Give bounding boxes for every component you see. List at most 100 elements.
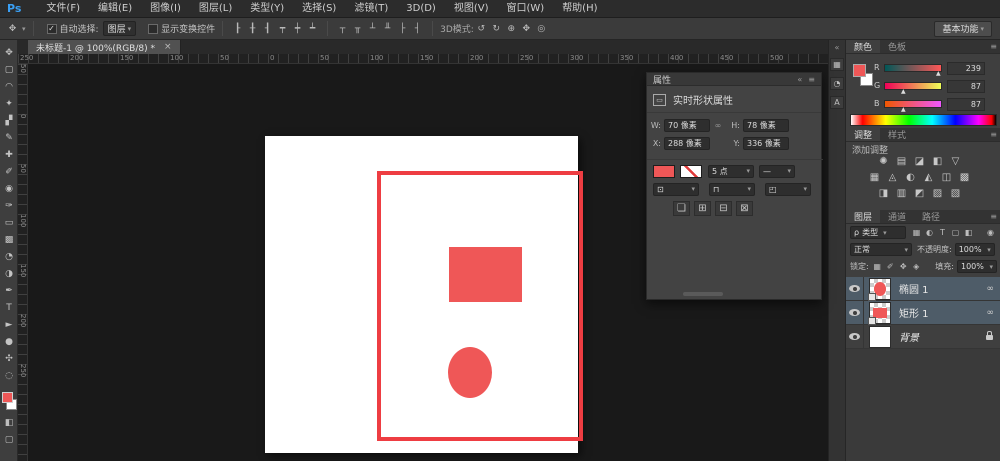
tool-button[interactable]: ◌ <box>0 367 18 384</box>
layer-filter-icon[interactable]: T <box>936 228 949 237</box>
tool-button[interactable]: T <box>0 299 18 316</box>
foreground-color-swatch-panel[interactable] <box>853 64 866 77</box>
distribute-icon[interactable]: ┴ <box>365 24 380 34</box>
blue-channel-slider[interactable] <box>884 100 942 108</box>
stroke-cap-dropdown[interactable]: ⊓ ▾ <box>709 183 755 196</box>
y-field[interactable]: 336 像素 <box>743 137 789 150</box>
menu-item[interactable]: 选择(S) <box>293 0 345 18</box>
expand-panels-icon[interactable]: « <box>835 43 840 52</box>
slider-thumb-icon[interactable]: ▲ <box>901 88 906 95</box>
auto-select-target-dropdown[interactable]: 图层 ▾ <box>103 21 137 36</box>
red-ellipse-shape[interactable] <box>448 347 492 398</box>
red-rectangle-shape[interactable] <box>449 247 522 302</box>
layer-thumbnail[interactable] <box>869 326 891 348</box>
collapsed-panel-icon[interactable]: A <box>830 96 844 109</box>
fill-color-swatch[interactable] <box>653 165 675 178</box>
stroke-color-swatch[interactable] <box>680 165 702 178</box>
eye-icon[interactable] <box>849 333 860 340</box>
menu-item[interactable]: 文件(F) <box>37 0 89 18</box>
layer-row-rectangle[interactable]: 矩形 1 ∞ <box>846 301 1000 325</box>
align-icon[interactable]: ┷ <box>305 24 320 34</box>
lock-icon[interactable]: ✐ <box>884 262 897 271</box>
menu-item[interactable]: 帮助(H) <box>553 0 606 18</box>
tool-button[interactable]: ◔ <box>0 248 18 265</box>
align-icon[interactable]: ┨ <box>260 24 275 34</box>
layer-name[interactable]: 背景 <box>899 329 919 344</box>
adjustment-icon[interactable]: ◪ <box>912 155 927 168</box>
visibility-cell[interactable] <box>846 301 864 325</box>
slider-thumb-icon[interactable]: ▲ <box>901 106 906 113</box>
properties-title-bar[interactable]: 属性 « ≡ <box>647 73 821 86</box>
distribute-icon[interactable]: ╥ <box>350 24 365 34</box>
red-channel-slider[interactable] <box>884 64 942 72</box>
screen-mode-icon[interactable]: ▢ <box>5 435 14 445</box>
tab-styles[interactable]: 样式 <box>880 128 914 141</box>
tool-button[interactable]: ✣ <box>0 350 18 367</box>
tool-button[interactable]: ▭ <box>0 214 18 231</box>
tool-preset-caret-icon[interactable]: ▾ <box>22 25 26 33</box>
tool-button[interactable]: ► <box>0 316 18 333</box>
tool-button[interactable]: ✎ <box>0 129 18 146</box>
menu-item[interactable]: 滤镜(T) <box>345 0 397 18</box>
pathfinder-button[interactable]: ❏ <box>673 201 690 216</box>
visibility-cell[interactable] <box>846 325 864 349</box>
align-icon[interactable]: ╂ <box>245 24 260 34</box>
adjustment-icon[interactable]: ◧ <box>930 155 945 168</box>
menu-item[interactable]: 窗口(W) <box>497 0 553 18</box>
collapsed-panel-icon[interactable]: ◔ <box>830 77 844 90</box>
3d-mode-icon[interactable]: ↻ <box>489 24 504 34</box>
align-icon[interactable]: ┿ <box>290 24 305 34</box>
tab-paths[interactable]: 路径 <box>914 210 948 223</box>
quick-mask-icon[interactable]: ◧ <box>5 418 14 428</box>
tool-button[interactable]: ✥ <box>0 44 18 61</box>
document-tab[interactable]: 未标题-1 @ 100%(RGB/8) * × <box>28 40 181 54</box>
layer-filter-icon[interactable]: ▦ <box>910 228 923 237</box>
tab-swatches[interactable]: 色板 <box>880 40 914 53</box>
blend-mode-dropdown[interactable]: 正常 ▾ <box>850 243 912 256</box>
height-field[interactable]: 78 像素 <box>743 119 789 132</box>
link-icon[interactable]: ∞ <box>987 284 995 294</box>
distribute-icon[interactable]: ├ <box>395 24 410 34</box>
move-tool-icon[interactable]: ✥ <box>5 24 20 34</box>
color-spectrum-bar[interactable] <box>850 114 997 126</box>
eye-icon[interactable] <box>849 309 860 316</box>
lock-icon[interactable]: ◈ <box>910 262 923 271</box>
pathfinder-button[interactable]: ⊟ <box>715 201 732 216</box>
tool-button[interactable]: ✚ <box>0 146 18 163</box>
lock-icon[interactable]: ✥ <box>897 262 910 271</box>
adjustment-icon[interactable]: ▤ <box>894 155 909 168</box>
tool-button[interactable]: ✐ <box>0 163 18 180</box>
menu-item[interactable]: 3D(D) <box>397 0 445 18</box>
adjustment-icon[interactable]: ▦ <box>867 171 882 184</box>
pathfinder-button[interactable]: ⊠ <box>736 201 753 216</box>
layer-thumbnail[interactable] <box>869 278 891 300</box>
layer-name[interactable]: 矩形 1 <box>899 305 929 320</box>
3d-mode-icon[interactable]: ◎ <box>534 24 549 34</box>
adjustment-icon[interactable]: ▨ <box>930 187 945 200</box>
pathfinder-button[interactable]: ⊞ <box>694 201 711 216</box>
align-icon[interactable]: ┠ <box>230 24 245 34</box>
stroke-style-dropdown[interactable]: — ▾ <box>759 165 795 178</box>
filter-toggle-icon[interactable]: ◉ <box>984 228 997 237</box>
3d-mode-icon[interactable]: ✥ <box>519 24 534 34</box>
adjustment-icon[interactable]: ▥ <box>894 187 909 200</box>
panel-menu-icon[interactable]: ≡ <box>990 210 1000 223</box>
tool-button[interactable]: ● <box>0 333 18 350</box>
panel-menu-icon[interactable]: ≡ <box>808 75 815 84</box>
workspace-switcher-button[interactable]: 基本功能 ▾ <box>934 21 992 37</box>
lock-icon[interactable]: ▦ <box>871 262 884 271</box>
adjustment-icon[interactable]: ◬ <box>885 171 900 184</box>
green-channel-value[interactable]: 87 <box>947 80 985 93</box>
tool-button[interactable]: ▩ <box>0 231 18 248</box>
stroke-corner-dropdown[interactable]: ◰ ▾ <box>765 183 811 196</box>
adjustment-icon[interactable]: ◩ <box>912 187 927 200</box>
distribute-icon[interactable]: ┤ <box>410 24 425 34</box>
slider-thumb-icon[interactable]: ▲ <box>936 70 941 77</box>
close-icon[interactable]: × <box>164 42 172 52</box>
menu-item[interactable]: 视图(V) <box>445 0 498 18</box>
eye-icon[interactable] <box>849 285 860 292</box>
layer-filter-dropdown[interactable]: ρ 类型 ▾ <box>850 226 906 239</box>
adjustment-icon[interactable]: ▧ <box>948 187 963 200</box>
opacity-field[interactable]: 100% ▾ <box>955 243 995 256</box>
red-channel-value[interactable]: 239 <box>947 62 985 75</box>
